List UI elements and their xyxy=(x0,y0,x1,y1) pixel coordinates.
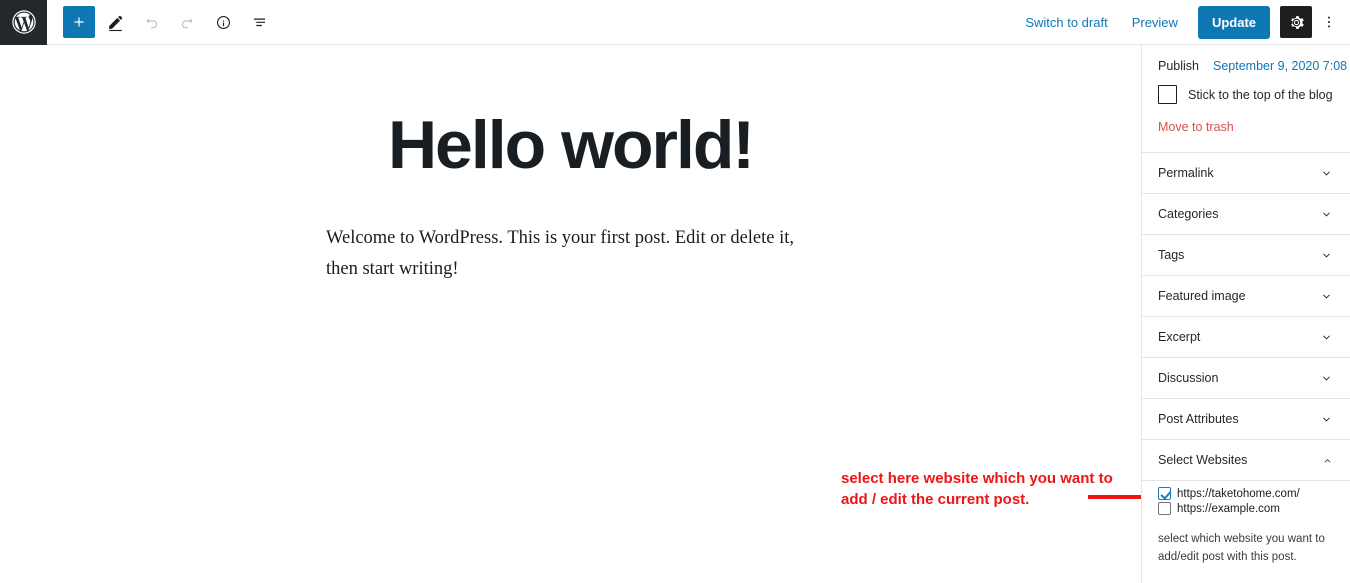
panel-post-attributes[interactable]: Post Attributes xyxy=(1142,399,1350,440)
chevron-down-icon xyxy=(1319,330,1334,345)
panel-categories[interactable]: Categories xyxy=(1142,194,1350,235)
gear-icon xyxy=(1288,14,1305,31)
chevron-down-icon xyxy=(1319,412,1334,427)
publish-section: Publish September 9, 2020 7:08 am Stick … xyxy=(1142,45,1350,153)
panel-tags-label: Tags xyxy=(1158,248,1185,262)
panel-permalink-label: Permalink xyxy=(1158,166,1214,180)
update-button[interactable]: Update xyxy=(1197,5,1270,39)
panel-categories-label: Categories xyxy=(1158,207,1219,221)
sticky-post-label: Stick to the top of the blog xyxy=(1188,87,1333,102)
panel-permalink[interactable]: Permalink xyxy=(1142,153,1350,194)
sticky-post-checkbox[interactable] xyxy=(1158,85,1177,104)
website-label: https://taketohome.com/ xyxy=(1177,487,1300,500)
wordpress-block-editor: Switch to draft Preview Update Hello wor… xyxy=(0,0,1350,583)
website-label: https://example.com xyxy=(1177,502,1280,515)
website-checkbox-taketohome[interactable] xyxy=(1158,487,1171,500)
panel-excerpt-label: Excerpt xyxy=(1158,330,1201,344)
details-button[interactable] xyxy=(207,6,239,38)
undo-arrow-icon xyxy=(142,13,161,32)
chevron-down-icon xyxy=(1319,207,1334,222)
panel-select-websites-label: Select Websites xyxy=(1158,453,1248,467)
redo-button[interactable] xyxy=(171,6,203,38)
add-block-button[interactable] xyxy=(63,6,95,38)
panel-select-websites[interactable]: Select Websites xyxy=(1142,440,1350,481)
panel-featured-image[interactable]: Featured image xyxy=(1142,276,1350,317)
wordpress-logo-button[interactable] xyxy=(0,0,47,45)
undo-button[interactable] xyxy=(135,6,167,38)
editor-top-toolbar: Switch to draft Preview Update xyxy=(0,0,1350,45)
kebab-menu-icon xyxy=(1321,14,1337,30)
panel-tags[interactable]: Tags xyxy=(1142,235,1350,276)
topbar-actions: Switch to draft Preview Update xyxy=(1013,5,1350,39)
switch-to-draft-button[interactable]: Switch to draft xyxy=(1013,10,1119,35)
chevron-down-icon xyxy=(1319,289,1334,304)
website-option-row[interactable]: https://taketohome.com/ xyxy=(1158,487,1334,500)
chevron-down-icon xyxy=(1319,371,1334,386)
edit-tool-button[interactable] xyxy=(99,6,131,38)
panel-discussion-label: Discussion xyxy=(1158,371,1219,385)
sticky-post-row[interactable]: Stick to the top of the blog xyxy=(1158,85,1334,104)
website-checkbox-example[interactable] xyxy=(1158,502,1171,515)
list-view-button[interactable] xyxy=(243,6,275,38)
pencil-icon xyxy=(106,13,125,32)
post-title[interactable]: Hello world! xyxy=(0,108,1141,183)
panel-discussion[interactable]: Discussion xyxy=(1142,358,1350,399)
annotation-text: select here website which you want to ad… xyxy=(841,470,1113,509)
list-view-icon xyxy=(250,13,269,32)
post-settings-sidebar: Publish September 9, 2020 7:08 am Stick … xyxy=(1141,45,1350,583)
move-to-trash-link[interactable]: Move to trash xyxy=(1158,120,1234,134)
publish-row: Publish September 9, 2020 7:08 am xyxy=(1158,59,1350,73)
panel-excerpt[interactable]: Excerpt xyxy=(1142,317,1350,358)
preview-button[interactable]: Preview xyxy=(1120,10,1190,35)
post-paragraph-block[interactable]: Welcome to WordPress. This is your first… xyxy=(326,223,796,284)
info-circle-icon xyxy=(214,13,233,32)
select-websites-help-text: select which website you want to add/edi… xyxy=(1158,533,1325,563)
chevron-up-icon xyxy=(1321,454,1334,467)
chevron-down-icon xyxy=(1319,248,1334,263)
plus-icon xyxy=(70,13,88,31)
website-option-row[interactable]: https://example.com xyxy=(1158,502,1334,515)
panel-post-attributes-label: Post Attributes xyxy=(1158,412,1239,426)
redo-arrow-icon xyxy=(178,13,197,32)
publish-label: Publish xyxy=(1158,59,1199,73)
publish-date-link[interactable]: September 9, 2020 7:08 am xyxy=(1213,59,1350,73)
more-options-button[interactable] xyxy=(1314,6,1344,38)
settings-button[interactable] xyxy=(1280,6,1312,38)
wordpress-logo-icon xyxy=(11,9,37,35)
select-websites-body: https://taketohome.com/ https://example.… xyxy=(1142,481,1350,577)
panel-featured-image-label: Featured image xyxy=(1158,289,1246,303)
chevron-down-icon xyxy=(1319,166,1334,181)
block-tools-group xyxy=(63,6,275,38)
